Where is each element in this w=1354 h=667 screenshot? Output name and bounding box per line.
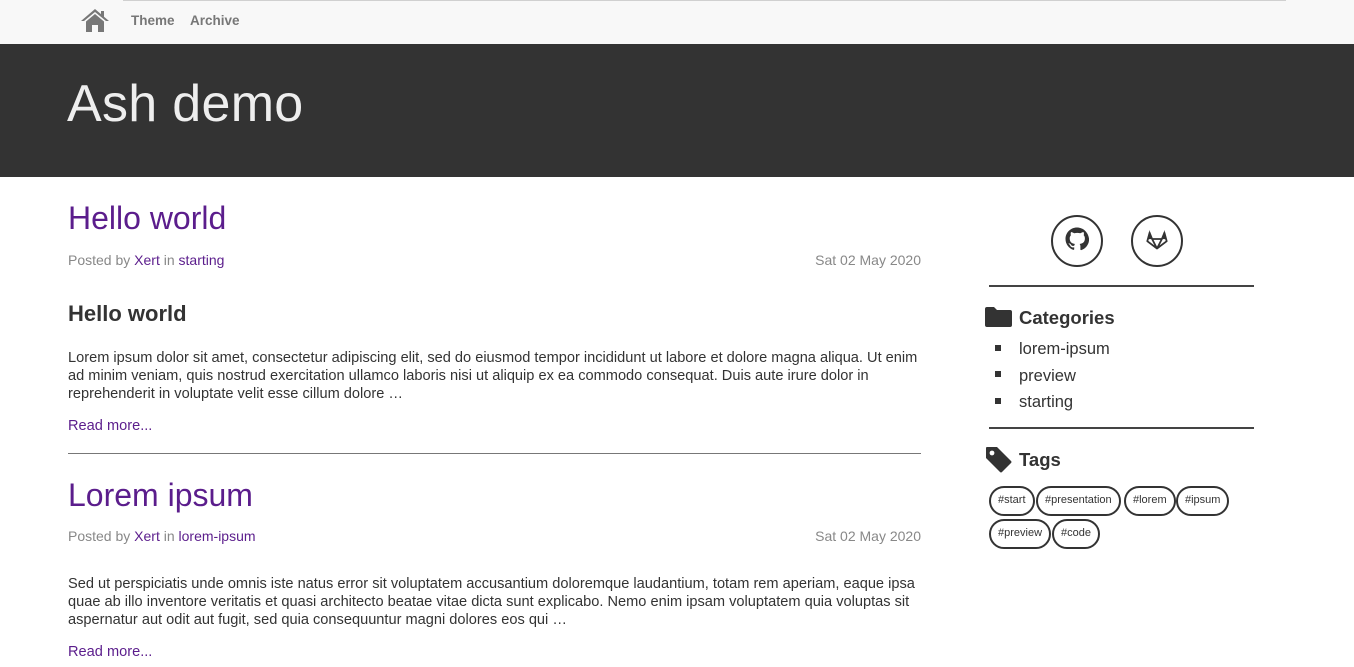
post-title-hello-world[interactable]: Hello world xyxy=(68,200,226,237)
gitlab-link[interactable] xyxy=(1131,215,1183,267)
nav-link-theme[interactable]: Theme xyxy=(131,13,175,28)
post-meta: Posted by Xert in starting xyxy=(68,252,224,268)
post-date: Sat 02 May 2020 xyxy=(815,252,921,268)
github-link[interactable] xyxy=(1051,215,1103,267)
category-item-preview[interactable]: preview xyxy=(995,363,1110,390)
category-item-starting[interactable]: starting xyxy=(995,389,1110,416)
author-link[interactable]: Xert xyxy=(134,252,160,268)
category-item-lorem-ipsum[interactable]: lorem-ipsum xyxy=(995,336,1110,363)
tag-presentation[interactable]: #presentation xyxy=(1036,486,1121,516)
home-icon[interactable] xyxy=(80,7,110,33)
sidebar-divider xyxy=(989,285,1254,287)
tag-icon xyxy=(985,446,1012,478)
category-label: lorem-ipsum xyxy=(1019,340,1110,358)
post-subheading: Hello world xyxy=(68,301,187,326)
author-link[interactable]: Xert xyxy=(134,528,160,544)
folder-icon xyxy=(985,306,1012,333)
gitlab-icon xyxy=(1145,227,1169,256)
read-more-link[interactable]: Read more... xyxy=(68,418,152,434)
post-meta: Posted by Xert in lorem-ipsum xyxy=(68,528,256,544)
top-navbar: Theme Archive xyxy=(0,0,1354,44)
tag-start[interactable]: #start xyxy=(989,486,1035,516)
read-more-link[interactable]: Read more... xyxy=(68,644,152,660)
category-label: starting xyxy=(1019,393,1074,411)
category-link[interactable]: starting xyxy=(179,252,225,268)
site-header: Ash demo xyxy=(0,44,1354,177)
post-date: Sat 02 May 2020 xyxy=(815,528,921,544)
posted-by-label: Posted by xyxy=(68,252,131,268)
in-label: in xyxy=(163,528,175,544)
tag-code[interactable]: #code xyxy=(1052,519,1100,549)
site-title: Ash demo xyxy=(67,75,304,133)
category-label: preview xyxy=(1019,366,1076,385)
post-excerpt: Lorem ipsum dolor sit amet, consectetur … xyxy=(68,350,918,402)
category-link[interactable]: lorem-ipsum xyxy=(179,528,256,544)
in-label: in xyxy=(163,252,175,268)
post-divider xyxy=(68,453,921,454)
sidebar-divider xyxy=(989,427,1254,429)
github-icon xyxy=(1065,227,1090,256)
navbar-top-border xyxy=(123,0,1286,1)
nav-link-archive[interactable]: Archive xyxy=(190,13,240,28)
tag-ipsum[interactable]: #ipsum xyxy=(1176,486,1230,516)
tag-preview[interactable]: #preview xyxy=(989,519,1052,549)
categories-list: lorem-ipsum preview starting xyxy=(995,336,1110,416)
posted-by-label: Posted by xyxy=(68,528,131,544)
post-excerpt: Sed ut perspiciatis unde omnis iste natu… xyxy=(68,576,915,628)
categories-heading: Categories xyxy=(1019,307,1115,328)
tags-heading: Tags xyxy=(1019,449,1061,470)
tag-lorem[interactable]: #lorem xyxy=(1124,486,1176,516)
post-title-lorem-ipsum[interactable]: Lorem ipsum xyxy=(68,477,253,514)
